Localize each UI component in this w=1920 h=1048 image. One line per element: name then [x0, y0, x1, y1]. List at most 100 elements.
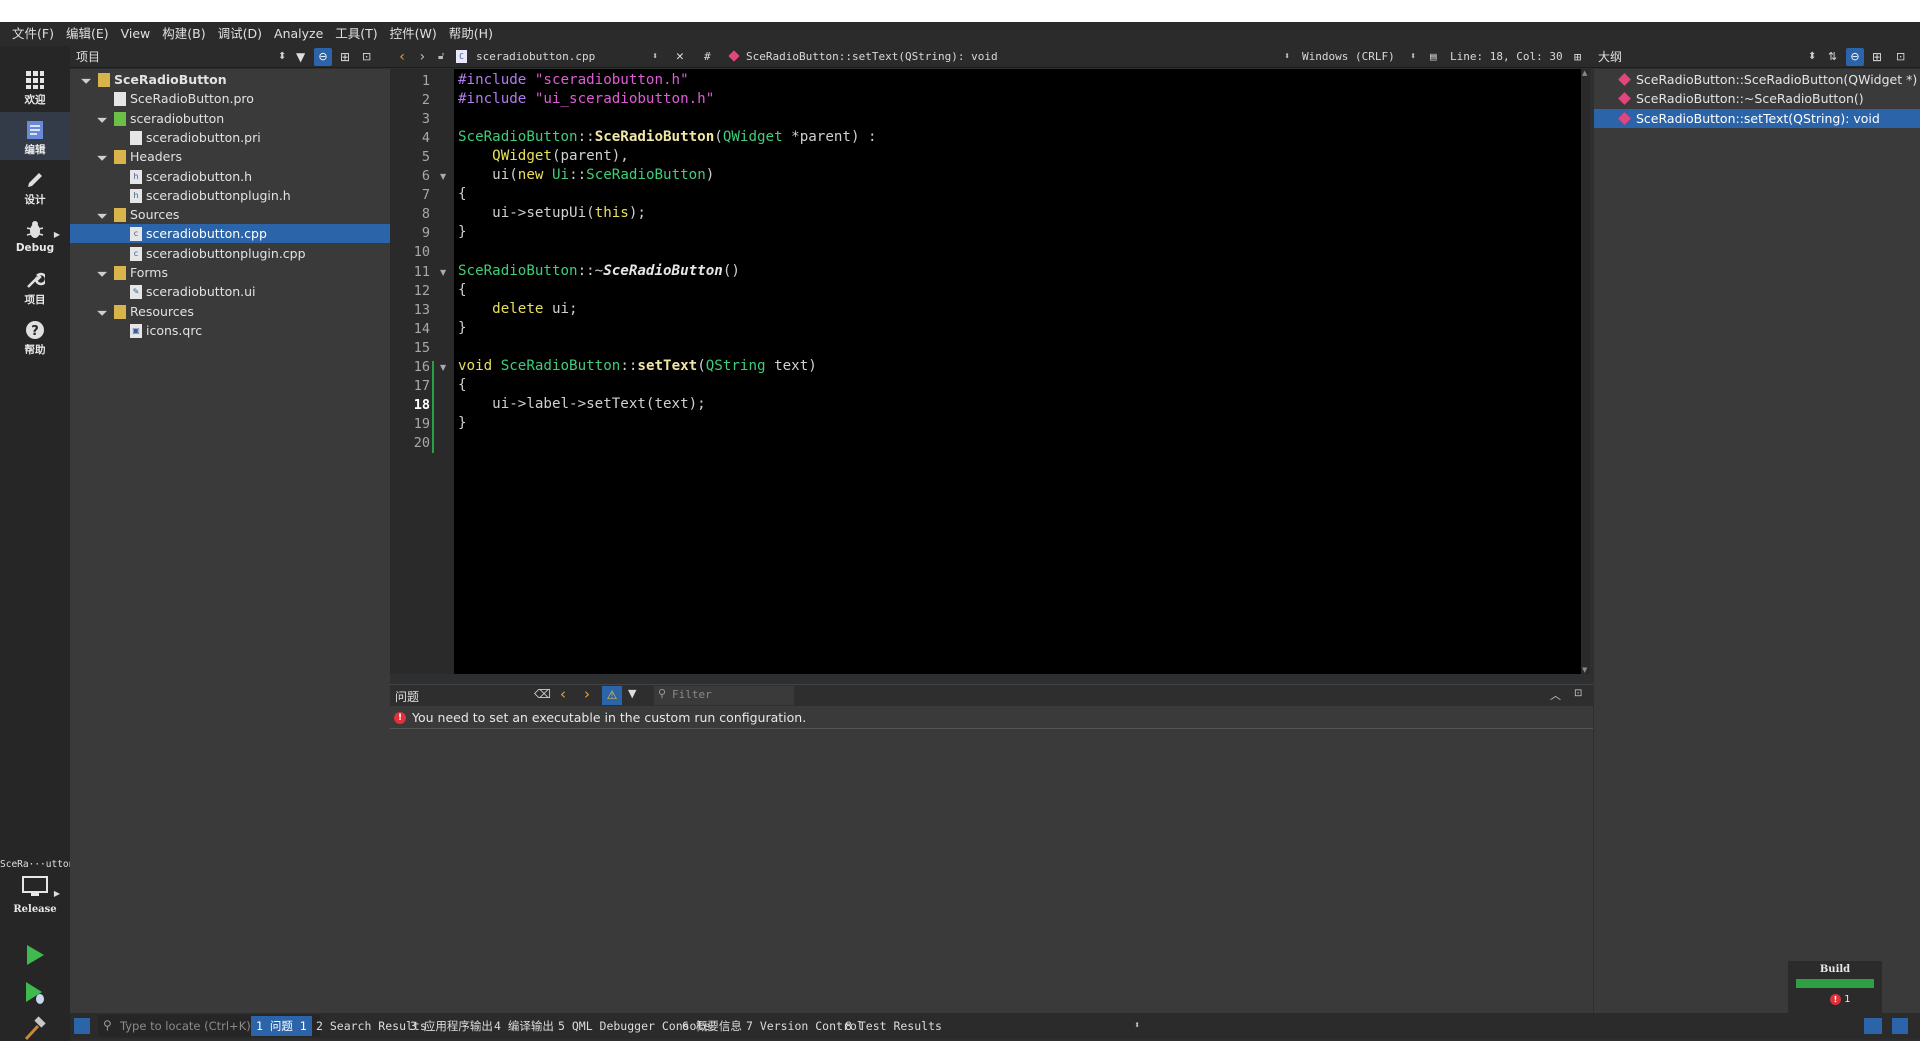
sort-icon[interactable]: ⇅ [1828, 50, 1837, 63]
tree-item[interactable]: SceRadioButton.pro [70, 89, 390, 108]
code-line[interactable]: ui(new Ui::SceRadioButton) [458, 166, 714, 185]
output-pane-tab[interactable]: 8 Test Results [845, 1013, 942, 1039]
menu-item[interactable]: 调试(D) [212, 22, 268, 46]
menu-item[interactable]: 文件(F) [6, 22, 60, 46]
output-tabs-arrows-icon[interactable]: ⬍ [1134, 1013, 1140, 1039]
editor-scrollbar[interactable]: ▲ ▼ [1581, 69, 1590, 674]
expand-toggle-icon[interactable]: ◢ [92, 302, 110, 320]
code-line[interactable]: #include "sceradiobutton.h" [458, 71, 689, 90]
tree-item[interactable]: ◢ Forms [70, 263, 390, 282]
issue-item[interactable]: ! You need to set an executable in the c… [390, 708, 1593, 729]
menu-item[interactable]: 构建(B) [156, 22, 211, 46]
tree-item[interactable]: h sceradiobutton.h [70, 167, 390, 186]
output-pane-tab[interactable]: 6 概要信息 [682, 1013, 742, 1039]
forward-arrow-icon[interactable]: › [418, 49, 426, 65]
menu-item[interactable]: 工具(T) [329, 22, 383, 46]
tree-item[interactable]: ◢ Resources [70, 302, 390, 321]
toggle-right-sidebar-icon[interactable] [1892, 1018, 1908, 1034]
tree-item[interactable]: ◢ sceradiobutton [70, 109, 390, 128]
file-selector-arrows-icon[interactable]: ⬍ [652, 51, 658, 62]
encoding-selector[interactable]: Windows (CRLF) [1302, 50, 1395, 63]
expand-toggle-icon[interactable]: ◢ [92, 148, 110, 166]
tree-item[interactable]: ◢ Headers [70, 147, 390, 166]
code-line[interactable]: void SceRadioButton::setText(QString tex… [458, 357, 817, 376]
fold-marker-icon[interactable]: ▼ [440, 363, 446, 372]
close-pane-icon[interactable]: ⊡ [1574, 688, 1582, 699]
outline-item[interactable]: SceRadioButton::setText(QString): void [1594, 108, 1920, 128]
close-panel-icon[interactable]: ⊡ [1896, 50, 1905, 63]
mode-help[interactable]: ? 帮助 [0, 312, 70, 360]
code-line[interactable]: ui->setupUi(this); [458, 204, 646, 223]
run-button[interactable] [22, 942, 48, 968]
toggle-sidebar-icon[interactable] [74, 1018, 90, 1034]
sync-link-icon[interactable]: ⊖ [1846, 47, 1864, 66]
filter-icon[interactable]: ▼ [296, 50, 305, 64]
tree-item[interactable]: h sceradiobuttonplugin.h [70, 186, 390, 205]
menu-item[interactable]: 控件(W) [384, 22, 443, 46]
back-arrow-icon[interactable]: ‹ [398, 49, 406, 65]
code-line[interactable]: #include "ui_sceradiobutton.h" [458, 90, 714, 109]
code-line[interactable]: SceRadioButton::~SceRadioButton() [458, 262, 740, 281]
view-selector-arrows-icon[interactable]: ⬍ [278, 51, 286, 62]
tree-item[interactable]: c sceradiobuttonplugin.cpp [70, 244, 390, 263]
mode-debug[interactable]: Debug ▶ [0, 212, 70, 260]
outline-selector-arrows-icon[interactable]: ⬍ [1808, 51, 1816, 62]
code-line[interactable]: { [458, 281, 467, 300]
code-editor[interactable]: 1 2 3 4 5 6 ▼ 7 8 9 10 11 ▼ 12 13 14 15 16 ▼ 17 18 19 20 #incl… [390, 69, 1590, 674]
build-progress[interactable]: Build ! 1 [1788, 961, 1882, 1013]
code-line[interactable]: QWidget(parent), [458, 147, 629, 166]
symbol-selector[interactable]: SceRadioButton::setText(QString): void [746, 50, 998, 63]
open-file-selector[interactable]: sceradiobutton.cpp [476, 50, 595, 63]
warning-filter-icon[interactable]: ⚠ [602, 686, 622, 705]
menu-item[interactable]: 编辑(E) [60, 22, 115, 46]
tree-item[interactable]: ◢ SceRadioButton [70, 70, 390, 89]
code-line[interactable]: { [458, 185, 467, 204]
tree-item[interactable]: ◢ Sources [70, 205, 390, 224]
code-line[interactable]: } [458, 223, 467, 242]
split-icon[interactable]: ⊞ [340, 50, 350, 64]
mode-projects[interactable]: 项目 [0, 262, 70, 310]
line-number-gutter[interactable]: 1 2 3 4 5 6 ▼ 7 8 9 10 11 ▼ 12 13 14 15 16 ▼ 17 18 19 20 [390, 69, 454, 674]
symbol-selector-arrows-icon[interactable]: ⬍ [1284, 51, 1290, 62]
tree-item[interactable]: sceradiobutton.pri [70, 128, 390, 147]
kit-selector[interactable]: SceRa···utton ▶ Release [0, 859, 74, 921]
code-line[interactable]: } [458, 319, 467, 338]
sync-link-icon[interactable]: ⊖ [314, 47, 332, 66]
outline-item[interactable]: SceRadioButton::~SceRadioButton() [1594, 89, 1920, 108]
menu-item[interactable]: Analyze [268, 22, 329, 46]
expand-toggle-icon[interactable]: ◢ [92, 109, 110, 127]
expand-toggle-icon[interactable]: ◢ [92, 205, 110, 223]
clean-icon[interactable]: ⌫ [534, 687, 551, 701]
split-editor-icon[interactable]: ⊞ [1574, 50, 1581, 64]
output-pane-tab[interactable]: 3 应用程序输出 [410, 1013, 493, 1039]
build-button[interactable] [22, 1016, 48, 1042]
mode-welcome[interactable]: 欢迎 [0, 62, 70, 110]
output-pane-tab[interactable]: 4 编译输出 [494, 1013, 554, 1039]
outline-item[interactable]: SceRadioButton::SceRadioButton(QWidget *… [1594, 70, 1920, 89]
fold-marker-icon[interactable]: ▼ [440, 268, 446, 277]
code-line[interactable]: } [458, 414, 467, 433]
encoding-arrows-icon[interactable]: ⬍ [1410, 51, 1416, 62]
split-icon[interactable]: ⊞ [1872, 50, 1882, 64]
issues-filter-input[interactable]: ⚲ Filter [654, 686, 794, 705]
code-line[interactable]: { [458, 376, 467, 395]
prev-issue-icon[interactable]: ‹ [560, 685, 566, 703]
menu-item[interactable]: View [115, 22, 157, 46]
cursor-position[interactable]: Line: 18, Col: 30 [1450, 50, 1563, 63]
tree-item[interactable]: ▣ icons.qrc [70, 321, 390, 340]
tree-item[interactable]: ✎ sceradiobutton.ui [70, 282, 390, 301]
mode-design[interactable]: 设计 [0, 162, 70, 210]
close-file-icon[interactable]: ✕ [676, 49, 684, 64]
maximize-pane-icon[interactable]: ︿ [1550, 687, 1561, 703]
code-line[interactable]: delete ui; [458, 300, 577, 319]
expand-toggle-icon[interactable]: ◢ [76, 70, 94, 88]
menu-item[interactable]: 帮助(H) [443, 22, 499, 46]
debug-run-button[interactable] [22, 980, 48, 1006]
expand-toggle-icon[interactable]: ◢ [92, 263, 110, 281]
close-panel-icon[interactable]: ⊡ [362, 50, 371, 63]
code-line[interactable]: SceRadioButton::SceRadioButton(QWidget *… [458, 128, 877, 147]
tree-item[interactable]: c sceradiobutton.cpp [70, 224, 390, 244]
output-pane-tab[interactable]: 1 问题 1 [251, 1016, 312, 1036]
mode-edit[interactable]: 编辑 [0, 112, 70, 160]
filter-icon[interactable]: ▼ [628, 687, 636, 700]
